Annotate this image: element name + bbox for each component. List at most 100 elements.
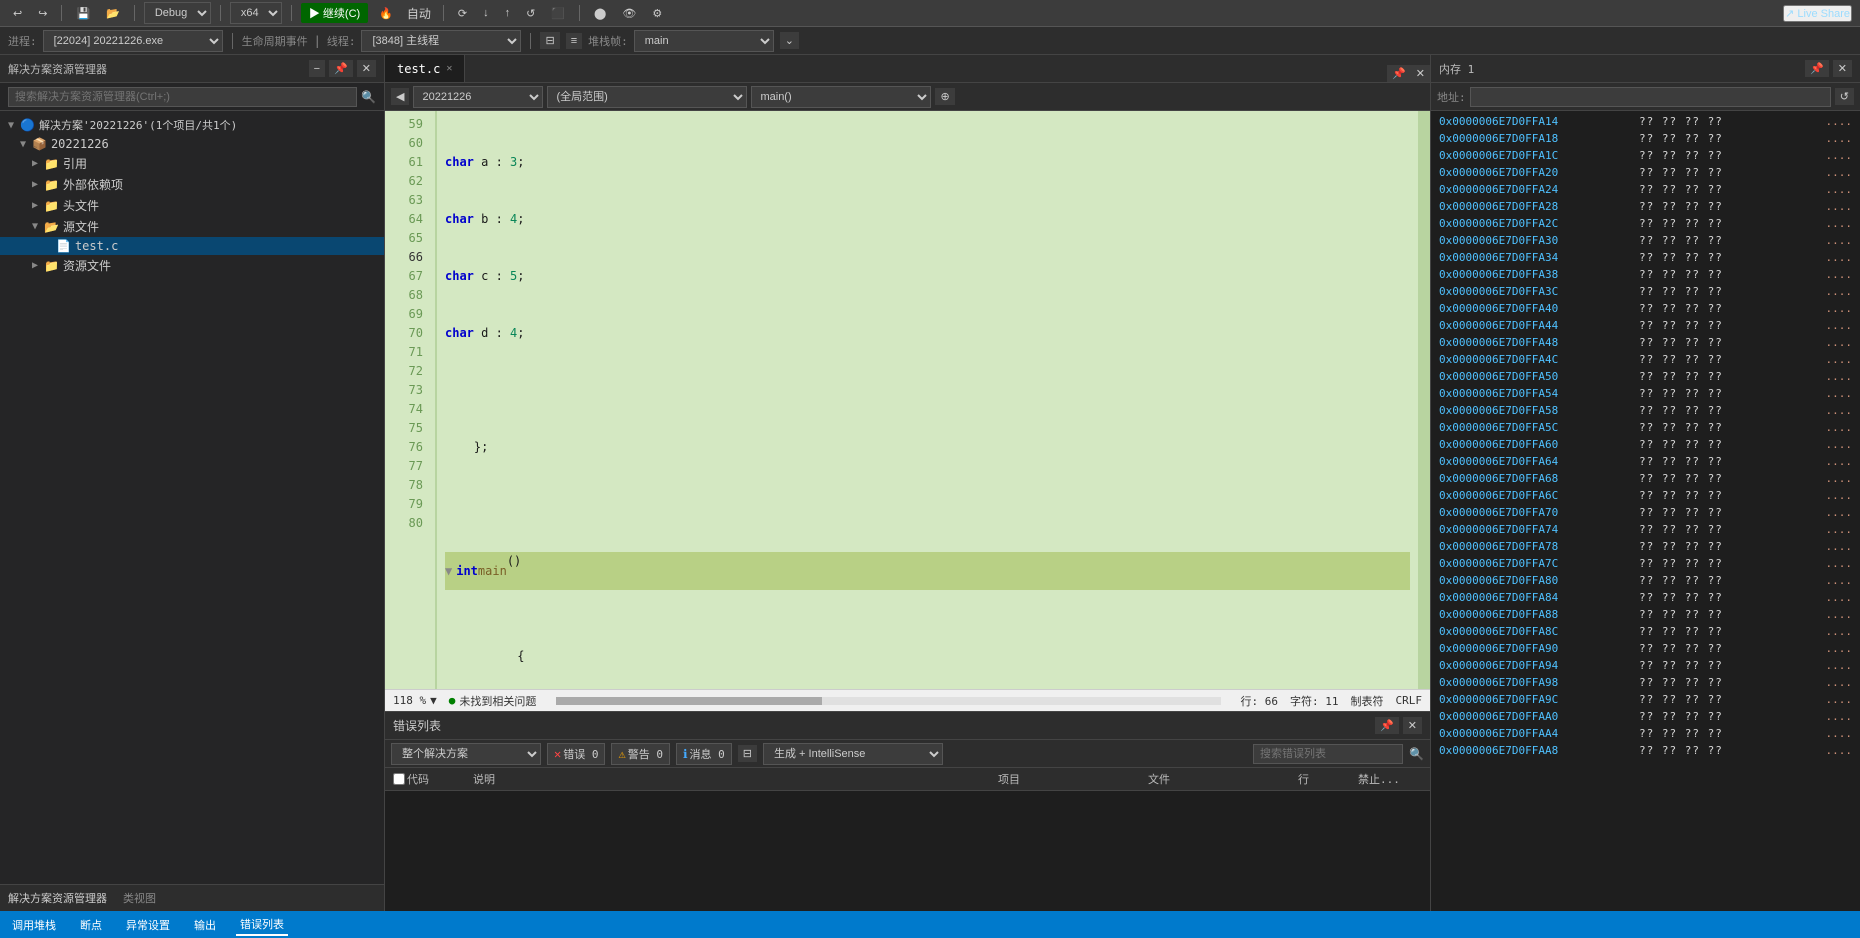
sidebar-search-bar: 🔍 <box>0 83 384 111</box>
mem-addr-cell: 0x0000006E7D0FFA1C <box>1439 149 1639 162</box>
error-count-badge[interactable]: ✕ 错误 0 <box>547 743 605 765</box>
memory-row: 0x0000006E7D0FFA54?? ?? ?? ??.... <box>1431 385 1860 402</box>
step-over-button[interactable]: ⟳ <box>453 5 472 22</box>
undo-button[interactable]: ↩ <box>8 5 27 22</box>
editor-scrollbar[interactable] <box>1418 111 1430 689</box>
sidebar-close-button[interactable]: ✕ <box>357 60 376 77</box>
editor-close-button[interactable]: ✕ <box>1411 65 1430 82</box>
testc-item[interactable]: 📄 test.c <box>0 237 384 255</box>
error-scope-dropdown[interactable]: 整个解决方案 <box>391 743 541 765</box>
project-nav-dropdown[interactable]: 20221226 <box>413 86 543 108</box>
code-line-59: char a : 3; <box>445 153 1410 172</box>
memory-address-input[interactable]: 0x0000006E7D0FFA14 <box>1470 87 1831 107</box>
line-67: 67 <box>385 267 427 286</box>
memory-row: 0x0000006E7D0FFA1C?? ?? ?? ??.... <box>1431 147 1860 164</box>
open-button[interactable]: 📂 <box>101 5 125 22</box>
code-content[interactable]: char a : 3; char b : 4; char c : 5; char… <box>437 111 1418 689</box>
bottom-exceptions[interactable]: 异常设置 <box>122 915 174 935</box>
editor-pin-button[interactable]: 📌 <box>1387 65 1411 82</box>
warning-count-badge[interactable]: ⚠ 警告 0 <box>611 743 669 765</box>
restart-button[interactable]: ↺ <box>521 5 540 22</box>
arch-dropdown[interactable]: x64 <box>230 2 282 24</box>
search-icon[interactable]: 🔍 <box>361 90 376 104</box>
info-count-badge[interactable]: ℹ 消息 0 <box>676 743 732 765</box>
memory-content[interactable]: 0x0000006E7D0FFA14 ?? ?? ?? ??.... 0x00000… <box>1431 111 1860 911</box>
filter-button[interactable]: ⊟ <box>540 32 559 49</box>
settings-button[interactable]: ⚙ <box>647 5 667 22</box>
bottom-breakpoints[interactable]: 断点 <box>76 915 106 935</box>
mem-addr-cell: 0x0000006E7D0FFA88 <box>1439 608 1639 621</box>
sidebar-pin-button[interactable]: 📌 <box>329 60 353 77</box>
step-out-button[interactable]: ↑ <box>500 5 516 21</box>
headers-item[interactable]: ▶ 📁 头文件 <box>0 195 384 216</box>
references-item[interactable]: ▶ 📁 引用 <box>0 153 384 174</box>
status-indicator: ● 未找到相关问题 <box>449 693 537 709</box>
bottom-errorlist[interactable]: 错误列表 <box>236 914 288 936</box>
redo-button[interactable]: ↪ <box>33 5 52 22</box>
build-dropdown[interactable]: 生成 + IntelliSense <box>763 743 943 765</box>
solution-item[interactable]: ▼ 🔵 解决方案'20221226'(1个项目/共1个) <box>0 115 384 135</box>
error-panel-close[interactable]: ✕ <box>1403 717 1422 734</box>
function-nav-dropdown[interactable]: main() <box>751 86 931 108</box>
sidebar-footer-explorer[interactable]: 解决方案资源管理器 <box>8 890 107 906</box>
tab-testc-close[interactable]: ✕ <box>446 63 452 74</box>
nav-add-button[interactable]: ⊕ <box>935 88 954 105</box>
fire-button[interactable]: 🔥 <box>374 5 398 22</box>
watch-button[interactable]: 👁 <box>617 5 641 22</box>
external-deps-item[interactable]: ▶ 📁 外部依赖项 <box>0 174 384 195</box>
mem-bytes-cell: ?? ?? ?? ?? <box>1639 727 1818 740</box>
mem-ascii-cell: .... <box>1826 404 1853 417</box>
debug-dropdown[interactable]: Debug <box>144 2 211 24</box>
mem-addr-cell: 0x0000006E7D0FFA28 <box>1439 200 1639 213</box>
memory-pin-button[interactable]: 📌 <box>1805 60 1829 77</box>
scope-nav-dropdown[interactable]: (全局范围) <box>547 86 747 108</box>
error-search-input[interactable] <box>1253 744 1403 764</box>
stack-dropdown[interactable]: main <box>634 30 774 52</box>
live-share-button[interactable]: ↗ Live Share <box>1783 5 1852 22</box>
mem-bytes-cell: ?? ?? ?? ?? <box>1639 166 1818 179</box>
code-line-63 <box>445 381 1410 400</box>
error-search-icon[interactable]: 🔍 <box>1409 747 1424 761</box>
group-button[interactable]: ≡ <box>566 33 582 49</box>
memory-row: 0x0000006E7D0FFA7C?? ?? ?? ??.... <box>1431 555 1860 572</box>
mem-ascii-cell: .... <box>1826 132 1853 145</box>
zoom-dropdown-icon[interactable]: ▼ <box>430 694 437 707</box>
error-filter-button[interactable]: ⊟ <box>738 745 757 762</box>
error-panel-pin[interactable]: 📌 <box>1375 717 1399 734</box>
step-into-button[interactable]: ↓ <box>478 5 494 21</box>
mem-addr-cell: 0x0000006E7D0FFA90 <box>1439 642 1639 655</box>
mem-bytes-cell: ?? ?? ?? ?? <box>1639 693 1818 706</box>
sidebar-footer-classview[interactable]: 类视图 <box>123 890 156 906</box>
sources-item[interactable]: ▼ 📂 源文件 <box>0 216 384 237</box>
mem-ascii-cell: .... <box>1826 659 1853 672</box>
memory-close-button[interactable]: ✕ <box>1833 60 1852 77</box>
bottom-callstack[interactable]: 调用堆栈 <box>8 915 60 935</box>
memory-row: 0x0000006E7D0FFA28?? ?? ?? ??.... <box>1431 198 1860 215</box>
breakpoint-button[interactable]: ⬤ <box>589 5 611 22</box>
error-select-all[interactable] <box>393 773 405 785</box>
sources-icon: 📂 <box>44 220 59 234</box>
tab-testc[interactable]: test.c ✕ <box>385 55 465 82</box>
memory-refresh-button[interactable]: ↺ <box>1835 88 1854 105</box>
memory-addr-label: 地址: <box>1437 89 1466 105</box>
process-dropdown[interactable]: [22024] 20221226.exe <box>43 30 223 52</box>
bottom-output[interactable]: 输出 <box>190 915 220 935</box>
mem-addr-cell: 0x0000006E7D0FFA68 <box>1439 472 1639 485</box>
memory-row: 0x0000006E7D0FFA24?? ?? ?? ??.... <box>1431 181 1860 198</box>
mem-addr-cell: 0x0000006E7D0FFA14 <box>1439 115 1639 128</box>
mem-ascii-cell: .... <box>1826 438 1853 451</box>
line-74: 74 <box>385 400 427 419</box>
thread-dropdown[interactable]: [3848] 主线程 <box>361 30 521 52</box>
sidebar-search-input[interactable] <box>8 87 357 107</box>
editor-scrollbar-h[interactable] <box>556 697 1220 705</box>
stack-nav-button[interactable]: ⌄ <box>780 32 799 49</box>
save-button[interactable]: 💾 <box>71 5 95 22</box>
sidebar-collapse-button[interactable]: − <box>309 60 325 77</box>
project-item[interactable]: ▼ 📦 20221226 <box>0 135 384 153</box>
nav-back-button[interactable]: ◀ <box>391 88 409 105</box>
error-panel: 错误列表 📌 ✕ 整个解决方案 ✕ 错误 0 ⚠ 警告 0 <box>385 711 1430 911</box>
resources-item[interactable]: ▶ 📁 资源文件 <box>0 255 384 276</box>
line-ending: CRLF <box>1396 694 1423 707</box>
stop-button[interactable]: ⬛ <box>546 5 570 22</box>
continue-button[interactable]: ▶ 继续(C) <box>301 3 368 23</box>
